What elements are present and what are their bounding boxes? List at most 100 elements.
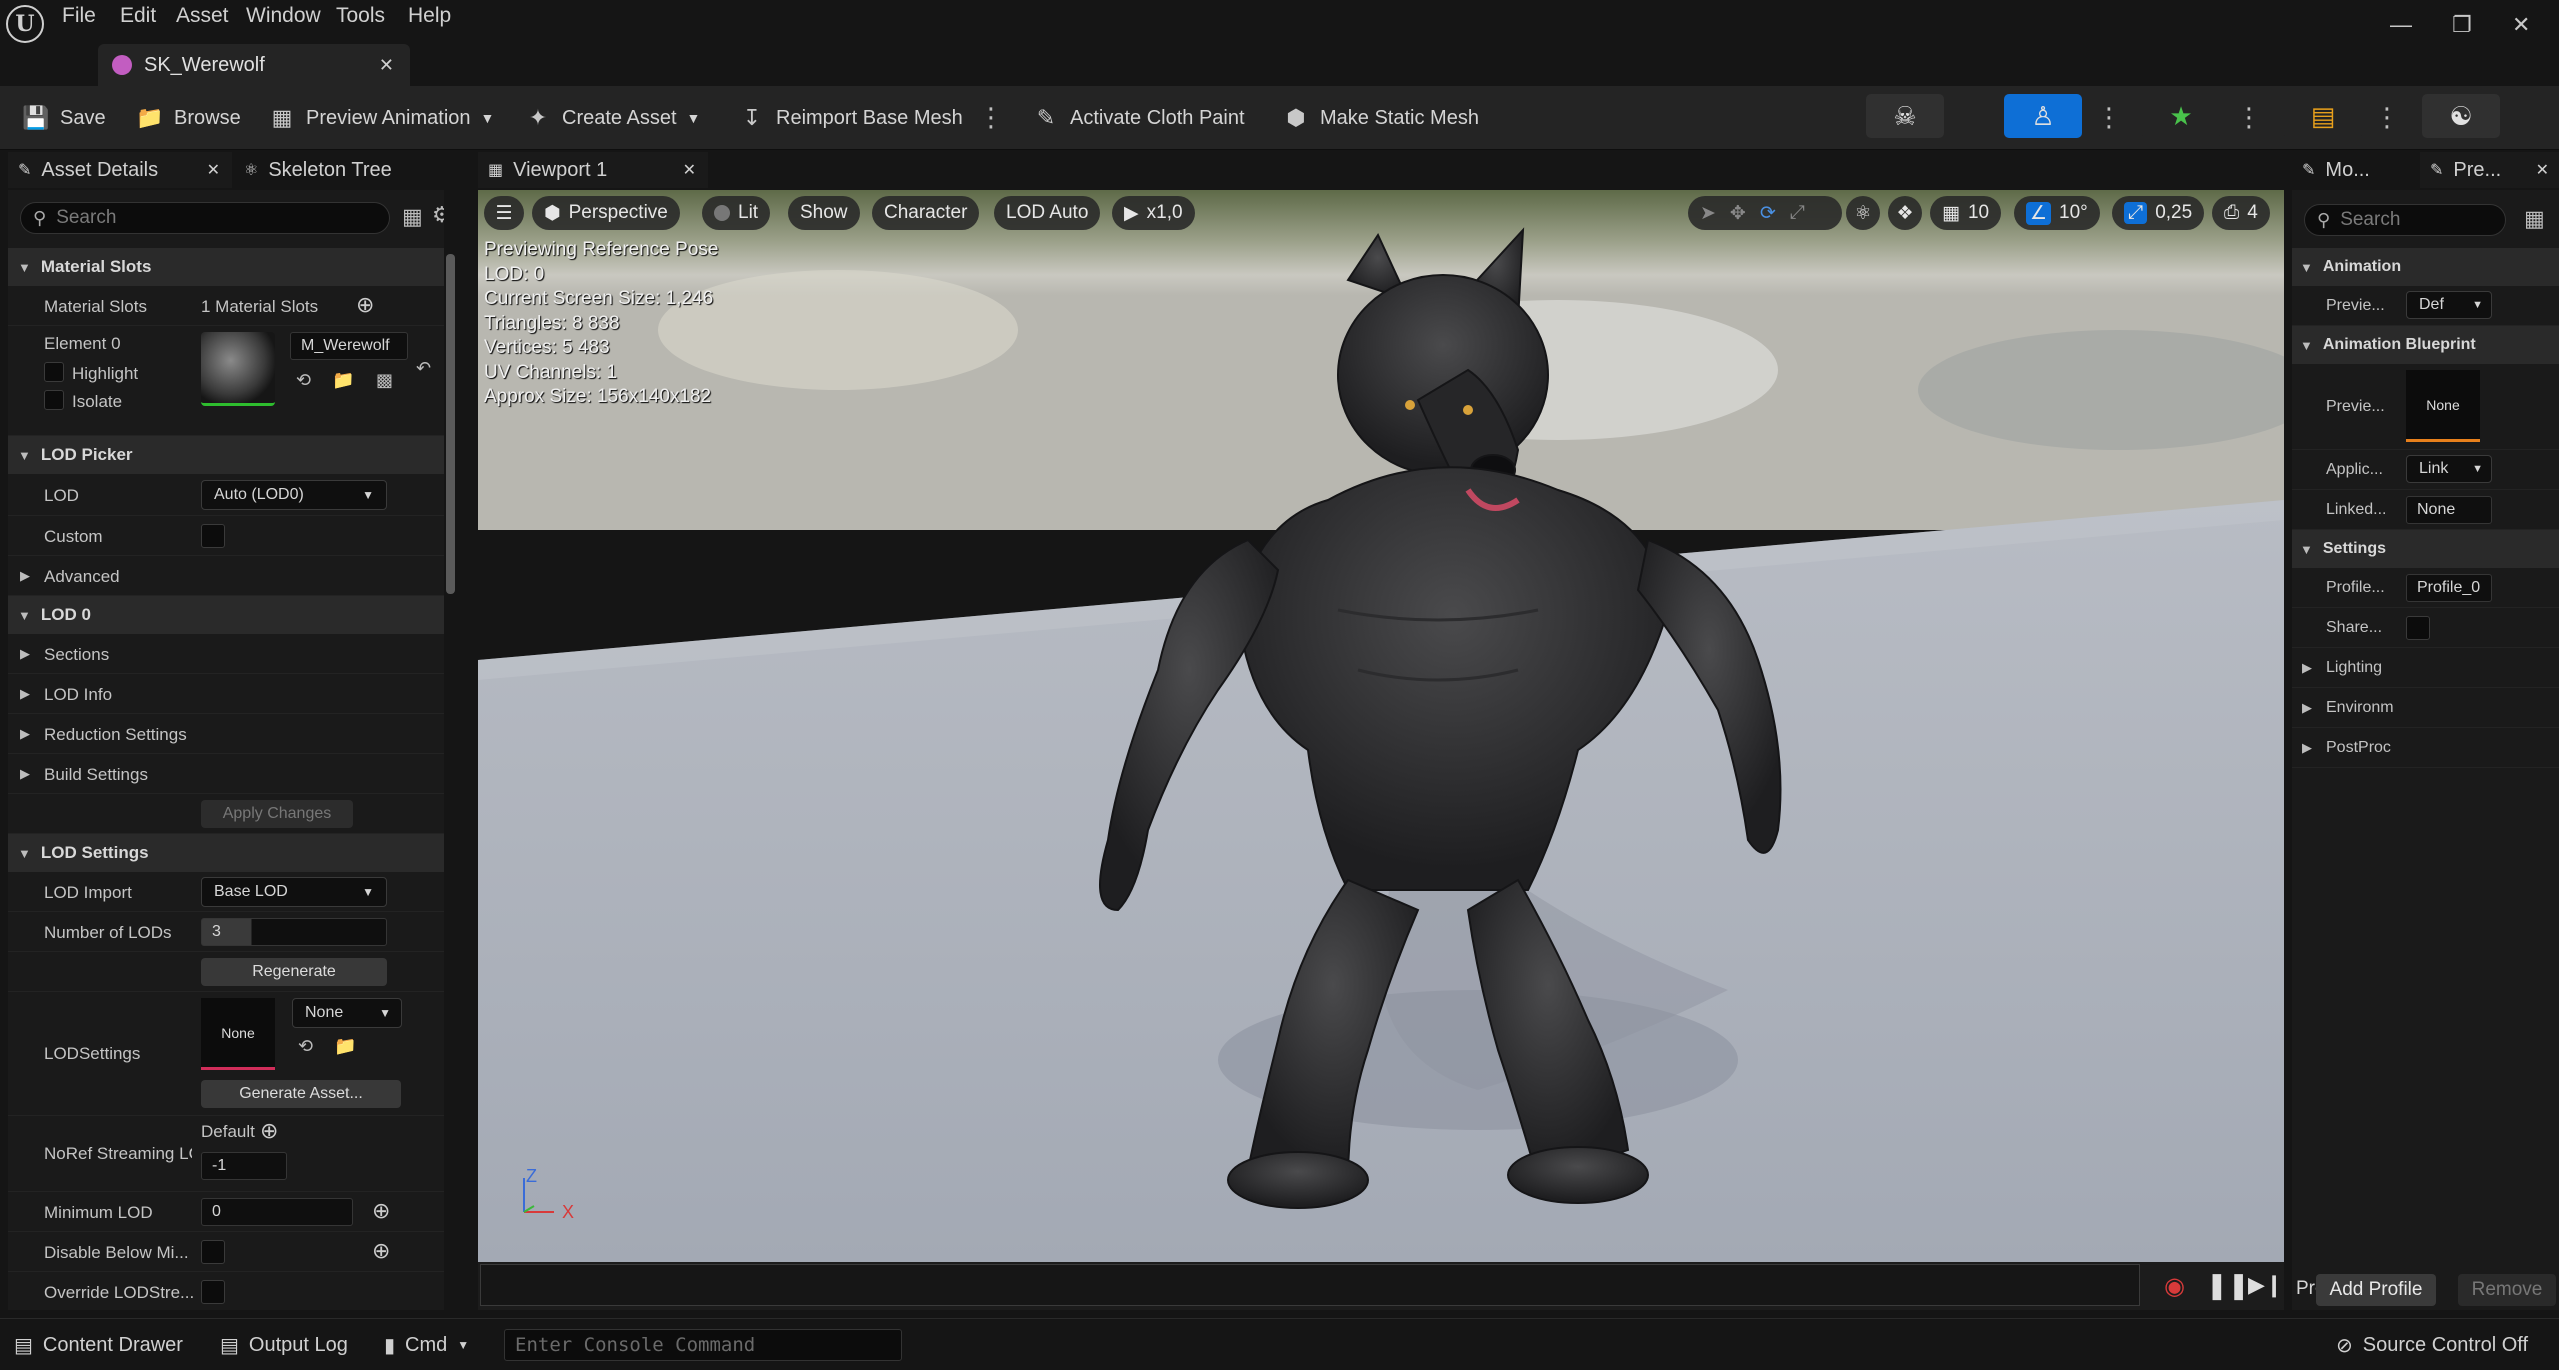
animation-mode-button[interactable]: ★: [2142, 94, 2220, 138]
close-tab-icon[interactable]: ✕: [2536, 160, 2549, 180]
regenerate-button[interactable]: Regenerate: [201, 958, 387, 986]
viewport[interactable]: [478, 190, 2284, 1262]
find-in-browser-icon[interactable]: 📁: [332, 370, 354, 391]
search-input[interactable]: Search: [2340, 209, 2400, 231]
more-options-icon[interactable]: ⋮: [2096, 102, 2122, 133]
make-static-mesh-button[interactable]: ⬢ Make Static Mesh: [1282, 100, 1479, 136]
profile-field[interactable]: Profile_0: [2406, 574, 2492, 602]
material-name-field[interactable]: M_Werewolf: [290, 332, 408, 360]
save-button[interactable]: 💾 Save: [22, 100, 105, 136]
output-log-button[interactable]: ▤ Output Log: [220, 1329, 348, 1361]
viewport-menu-button[interactable]: ☰: [484, 196, 524, 230]
find-in-browser-icon[interactable]: 📁: [334, 1036, 356, 1057]
lighting-row[interactable]: ▶ Lighting: [2292, 648, 2559, 688]
skeleton-mode-button[interactable]: ☠: [1866, 94, 1944, 138]
surface-snap-button[interactable]: ❖: [1888, 196, 1922, 230]
physics-mode-button[interactable]: ☯: [2422, 94, 2500, 138]
material-slots-section[interactable]: ▼ Material Slots: [8, 248, 444, 286]
rotation-snap-button[interactable]: ∠ 10°: [2014, 196, 2100, 230]
document-tab[interactable]: SK_Werewolf ✕: [98, 44, 410, 86]
material-thumbnail[interactable]: [201, 332, 275, 406]
add-icon[interactable]: ⊕: [356, 292, 374, 318]
advanced-row[interactable]: ▶ Advanced: [8, 556, 444, 596]
lod-settings-section[interactable]: ▼ LOD Settings: [8, 834, 444, 872]
scale-snap-button[interactable]: ⤢ 0,25: [2112, 196, 2205, 230]
table-view-icon[interactable]: ▦: [2524, 206, 2545, 232]
apply-changes-button[interactable]: Apply Changes: [201, 800, 353, 828]
sections-row[interactable]: ▶ Sections: [8, 634, 444, 674]
translate-icon[interactable]: ✥: [1730, 202, 1746, 225]
search-box[interactable]: ⚲ Search: [2304, 204, 2506, 236]
gear-icon[interactable]: ⚙: [432, 202, 444, 228]
application-dropdown[interactable]: Link ▼: [2406, 455, 2492, 483]
environment-row[interactable]: ▶ Environm: [2292, 688, 2559, 728]
playback-speed-button[interactable]: ▶ x1,0: [1112, 196, 1195, 230]
tab-skeleton-tree[interactable]: ⚛ Skeleton Tree: [240, 152, 460, 188]
console-input[interactable]: Enter Console Command: [504, 1329, 902, 1361]
scale-icon[interactable]: ⤢: [1790, 202, 1805, 224]
add-icon[interactable]: ⊕: [372, 1198, 390, 1224]
search-box[interactable]: ⚲ Search: [20, 202, 390, 234]
isolate-checkbox[interactable]: [44, 390, 64, 410]
custom-checkbox[interactable]: [201, 524, 225, 548]
restore-icon[interactable]: ❐: [2452, 12, 2472, 38]
blueprint-mode-button[interactable]: ▤: [2284, 94, 2362, 138]
tab-preview-settings[interactable]: ✎ Pre... ✕: [2420, 152, 2559, 188]
preview-dropdown[interactable]: Def ▼: [2406, 291, 2492, 319]
menu-window[interactable]: Window: [246, 4, 321, 28]
linked-field[interactable]: None: [2406, 496, 2492, 524]
animation-blueprint-section[interactable]: ▼ Animation Blueprint: [2292, 326, 2559, 364]
settings-section[interactable]: ▼ Settings: [2292, 530, 2559, 568]
pause-icon[interactable]: ❚❚: [2206, 1270, 2250, 1301]
menu-help[interactable]: Help: [408, 4, 451, 28]
preview-animation-button[interactable]: ▦ Preview Animation ▼: [268, 100, 495, 136]
step-forward-icon[interactable]: ▶❙: [2248, 1272, 2283, 1298]
lod-import-dropdown[interactable]: Base LOD ▼: [201, 877, 387, 907]
minimize-icon[interactable]: —: [2390, 12, 2412, 38]
lod-auto-button[interactable]: LOD Auto: [994, 196, 1101, 230]
browse-to-asset-icon[interactable]: ⟲: [296, 370, 311, 391]
minimum-lod-field[interactable]: 0: [201, 1198, 353, 1226]
browse-to-asset-icon[interactable]: ⟲: [298, 1036, 313, 1057]
menu-file[interactable]: File: [62, 4, 96, 28]
tab-viewport[interactable]: ▦ Viewport 1 ✕: [478, 152, 708, 188]
content-drawer-button[interactable]: ▤ Content Drawer: [14, 1329, 183, 1361]
share-checkbox[interactable]: [2406, 616, 2430, 640]
build-settings-row[interactable]: ▶ Build Settings: [8, 754, 444, 794]
unreal-logo-icon[interactable]: U: [6, 5, 44, 43]
highlight-checkbox[interactable]: [44, 362, 64, 382]
reimport-button[interactable]: ↧ Reimport Base Mesh: [738, 100, 963, 136]
lod0-section[interactable]: ▼ LOD 0: [8, 596, 444, 634]
tab-morph-targets[interactable]: ✎ Mo...: [2294, 152, 2414, 188]
close-tab-icon[interactable]: ✕: [379, 55, 394, 76]
character-button[interactable]: Character: [872, 196, 980, 230]
animation-section[interactable]: ▼ Animation: [2292, 248, 2559, 286]
add-profile-button[interactable]: Add Profile: [2316, 1274, 2436, 1306]
source-control-button[interactable]: ⊘ Source Control Off: [2336, 1329, 2528, 1361]
more-options-icon[interactable]: ⋮: [978, 102, 1004, 133]
cmd-dropdown[interactable]: ▮ Cmd ▼: [384, 1329, 469, 1361]
record-icon[interactable]: ◉: [2164, 1272, 2185, 1301]
menu-tools[interactable]: Tools: [336, 4, 385, 28]
lod-info-row[interactable]: ▶ LOD Info: [8, 674, 444, 714]
generate-asset-button[interactable]: Generate Asset...: [201, 1080, 401, 1108]
close-tab-icon[interactable]: ✕: [683, 160, 696, 180]
table-view-icon[interactable]: ▦: [402, 204, 423, 230]
rotate-icon[interactable]: ⟳: [1760, 202, 1776, 225]
grid-snap-button[interactable]: ▦ 10: [1930, 196, 2002, 230]
material-options-icon[interactable]: ▩: [376, 370, 393, 391]
mesh-mode-button[interactable]: ♙: [2004, 94, 2082, 138]
show-button[interactable]: Show: [788, 196, 860, 230]
camera-speed-button[interactable]: ⎙ 4: [2212, 196, 2270, 230]
lit-button[interactable]: Lit: [702, 196, 771, 230]
postprocess-row[interactable]: ▶ PostProc: [2292, 728, 2559, 768]
noref-value-field[interactable]: -1: [201, 1152, 287, 1180]
more-options-icon[interactable]: ⋮: [2374, 102, 2400, 133]
lodsettings-dropdown[interactable]: None ▼: [292, 998, 402, 1028]
timeline-bar[interactable]: ◉ ❚❚ ▶❙: [478, 1262, 2284, 1310]
more-options-icon[interactable]: ⋮: [2236, 102, 2262, 133]
remove-profile-button[interactable]: Remove: [2458, 1274, 2556, 1306]
left-panel-scrollbar[interactable]: [446, 254, 455, 594]
tab-asset-details[interactable]: ✎ Asset Details ✕: [8, 152, 232, 188]
timeline-scrubber[interactable]: [480, 1264, 2140, 1306]
